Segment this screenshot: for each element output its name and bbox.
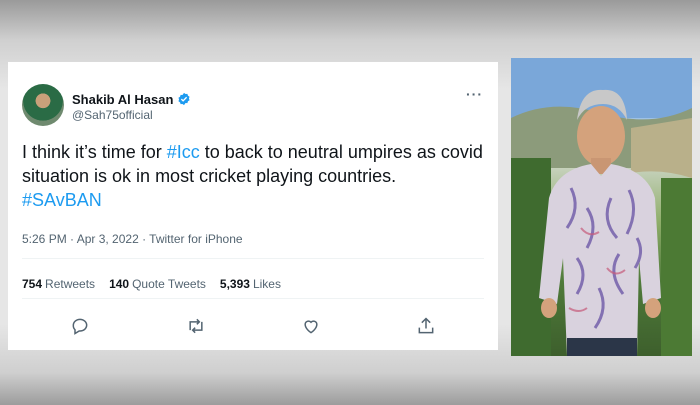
display-name[interactable]: Shakib Al Hasan xyxy=(72,92,173,107)
quotes-label: Quote Tweets xyxy=(132,277,206,291)
person-photo xyxy=(511,58,692,356)
tweet-text: I think it’s time for #Icc to back to ne… xyxy=(22,140,492,212)
divider xyxy=(22,258,484,259)
quote-tweets-stat[interactable]: 140 Quote Tweets xyxy=(109,277,206,291)
hashtag-link[interactable]: #SAvBAN xyxy=(22,190,102,210)
timestamp[interactable]: 5:26 PM · Apr 3, 2022 · Twitter for iPho… xyxy=(22,232,243,246)
engagement-stats: 754 Retweets 140 Quote Tweets 5,393 Likes xyxy=(22,277,281,291)
more-icon[interactable]: ··· xyxy=(466,86,483,102)
retweets-stat[interactable]: 754 Retweets xyxy=(22,277,95,291)
divider xyxy=(22,298,484,299)
author-row: Shakib Al Hasan xyxy=(72,90,191,108)
retweet-icon[interactable] xyxy=(186,316,206,336)
likes-label: Likes xyxy=(252,277,281,291)
quotes-count: 140 xyxy=(109,277,130,291)
hashtag-link[interactable]: #Icc xyxy=(167,142,200,162)
handle[interactable]: @Sah75official xyxy=(72,108,153,122)
likes-count: 5,393 xyxy=(219,277,250,291)
action-bar xyxy=(8,316,498,338)
photo-illustration xyxy=(511,58,692,356)
avatar[interactable] xyxy=(22,84,64,126)
reply-icon[interactable] xyxy=(70,316,90,336)
tweet-card: Shakib Al Hasan @Sah75official ··· I thi… xyxy=(8,62,498,350)
tweet-text-part: I think it’s time for xyxy=(22,142,167,162)
retweets-count: 754 xyxy=(22,277,43,291)
verified-badge-icon xyxy=(178,92,190,106)
retweets-label: Retweets xyxy=(45,277,96,291)
like-icon[interactable] xyxy=(301,316,321,336)
likes-stat[interactable]: 5,393 Likes xyxy=(220,277,281,291)
share-icon[interactable] xyxy=(416,316,436,336)
